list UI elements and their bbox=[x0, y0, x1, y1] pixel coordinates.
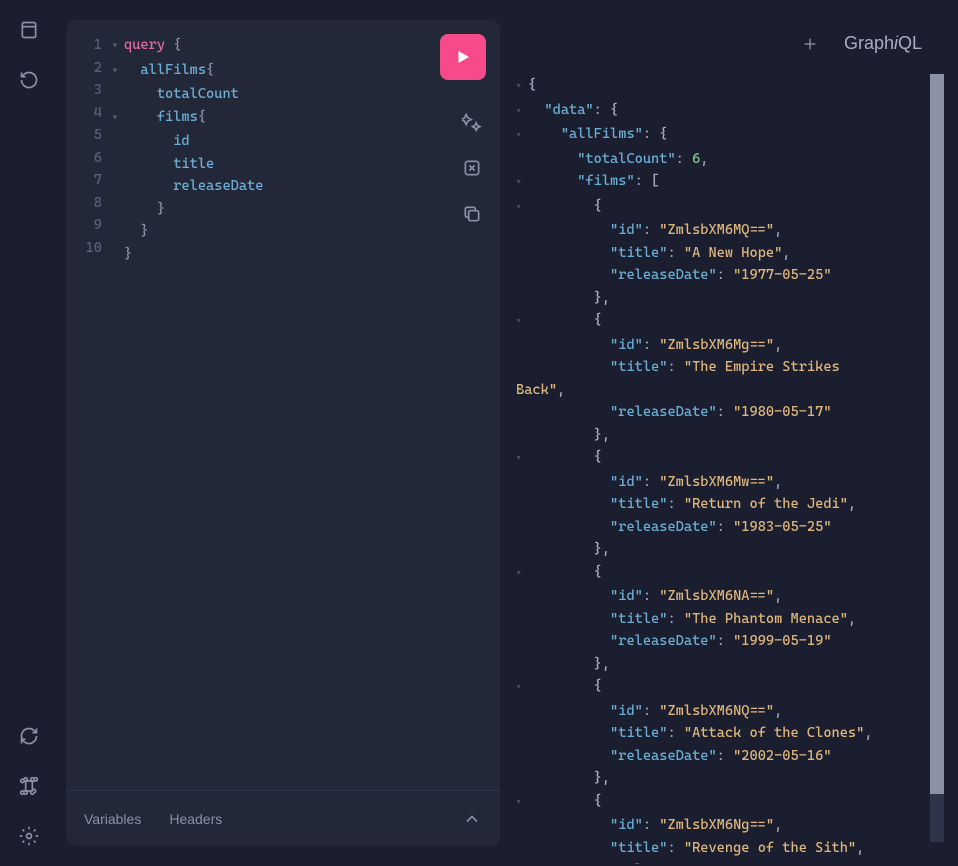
response-viewer[interactable]: ▾{▾ "data": {▾ "allFilms": { "totalCount… bbox=[512, 74, 958, 864]
docs-icon[interactable] bbox=[19, 20, 39, 40]
refresh-icon[interactable] bbox=[19, 726, 39, 746]
query-editor-panel: 12345678910 ▾query {▾ allFilms{ totalCou… bbox=[66, 20, 500, 846]
results-header: GraphiQL bbox=[802, 33, 922, 54]
results-panel: GraphiQL ▾{▾ "data": {▾ "allFilms": { "t… bbox=[508, 0, 958, 866]
scrollbar[interactable] bbox=[930, 74, 944, 842]
copy-icon[interactable] bbox=[462, 204, 482, 224]
line-gutter: 12345678910 bbox=[66, 34, 112, 780]
add-tab-icon[interactable] bbox=[802, 36, 818, 52]
tab-variables[interactable]: Variables bbox=[84, 811, 141, 827]
sidebar bbox=[0, 0, 58, 866]
settings-icon[interactable] bbox=[19, 826, 39, 846]
prettify-icon[interactable] bbox=[462, 112, 482, 132]
graphiql-logo: GraphiQL bbox=[844, 33, 922, 54]
shortcuts-icon[interactable] bbox=[19, 776, 39, 796]
code-area[interactable]: ▾query {▾ allFilms{ totalCount▾ films{ i… bbox=[112, 34, 490, 780]
execute-button[interactable] bbox=[440, 34, 486, 80]
scrollbar-thumb[interactable] bbox=[930, 74, 944, 794]
main-area: 12345678910 ▾query {▾ allFilms{ totalCou… bbox=[58, 0, 958, 866]
chevron-up-icon[interactable] bbox=[462, 809, 482, 829]
tab-headers[interactable]: Headers bbox=[169, 811, 222, 827]
history-icon[interactable] bbox=[19, 70, 39, 90]
editor-tabs: Variables Headers bbox=[66, 790, 500, 846]
merge-icon[interactable] bbox=[462, 158, 482, 178]
editor-tools bbox=[462, 112, 482, 224]
query-editor[interactable]: 12345678910 ▾query {▾ allFilms{ totalCou… bbox=[66, 20, 500, 790]
